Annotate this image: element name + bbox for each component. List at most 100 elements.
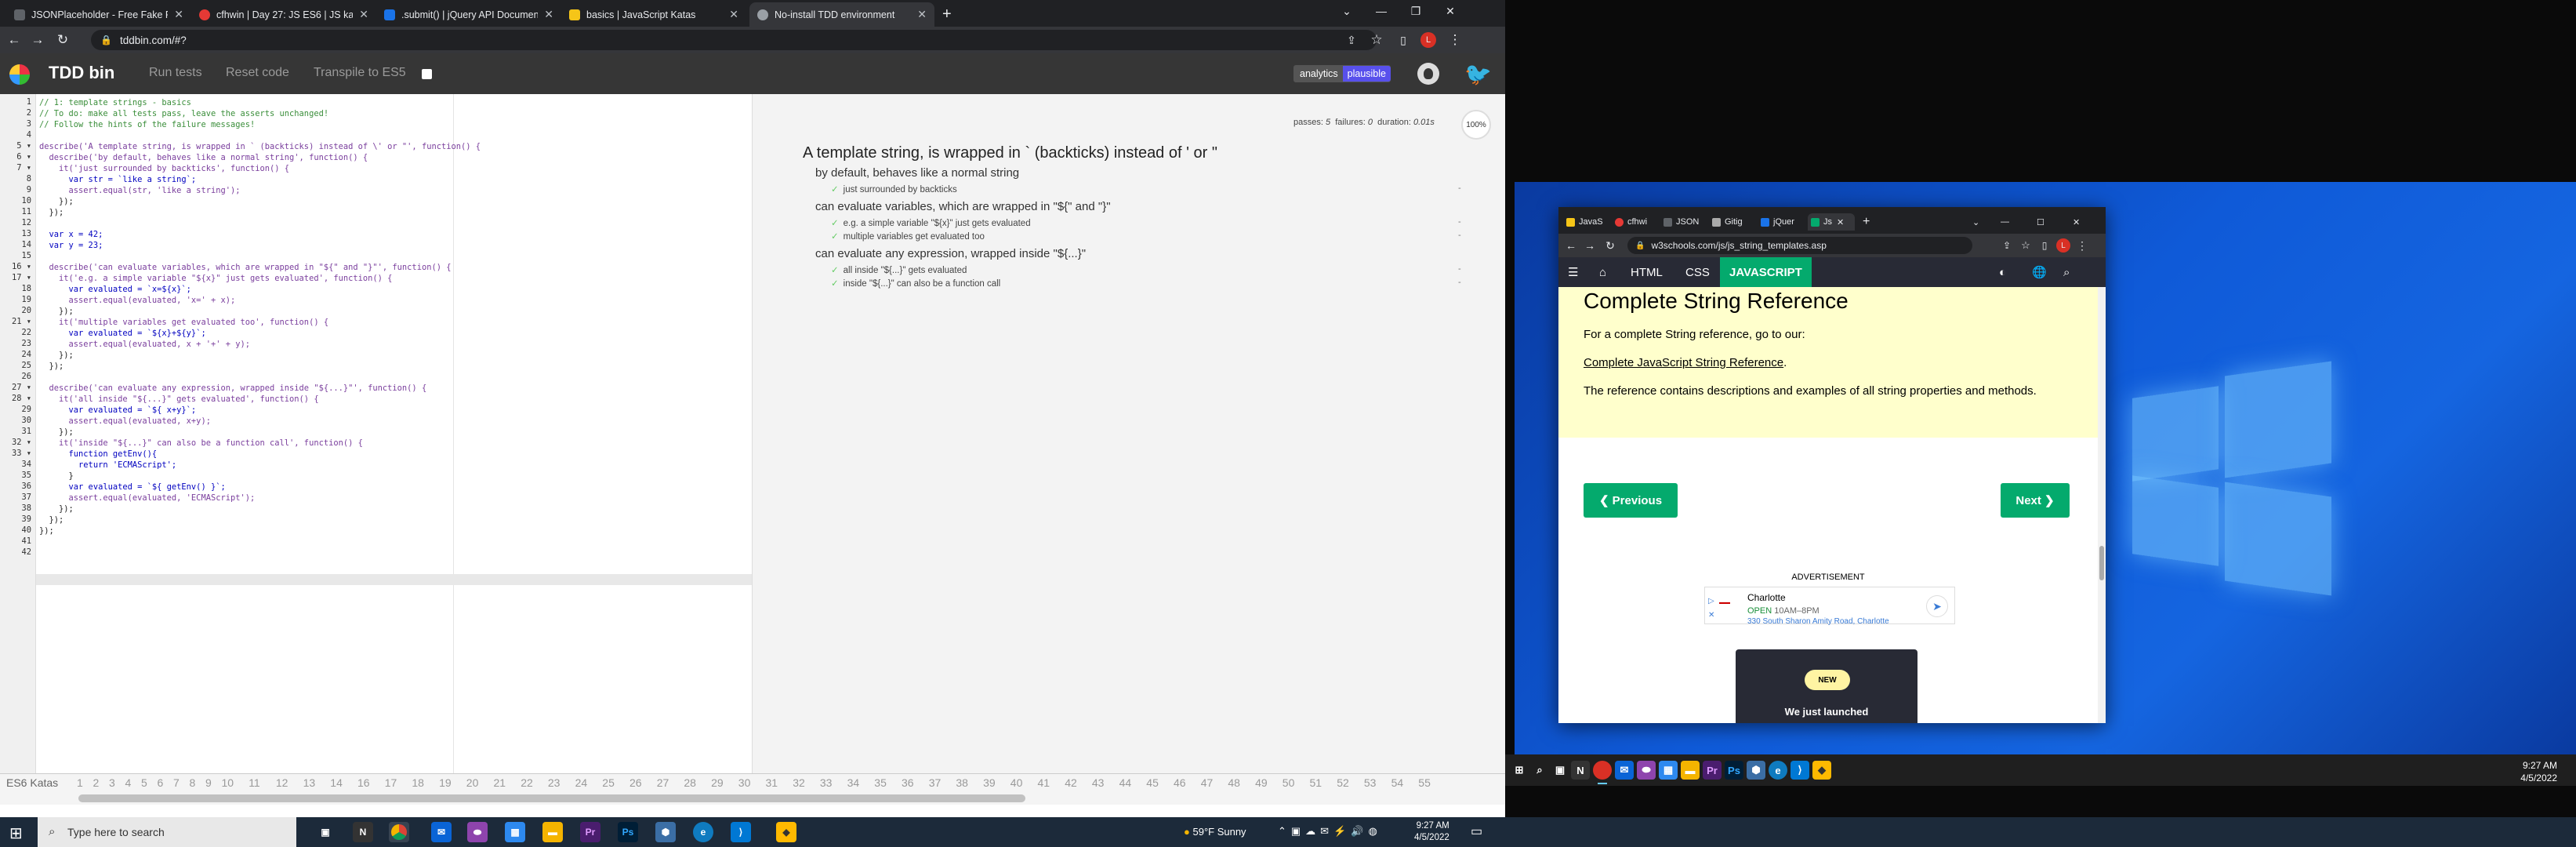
- weather-widget[interactable]: ● 59°F Sunny: [1184, 826, 1246, 838]
- kata-link[interactable]: 43: [1092, 776, 1105, 789]
- restore-icon[interactable]: ❐: [1399, 0, 1433, 22]
- kata-link[interactable]: 49: [1255, 776, 1268, 789]
- back-icon[interactable]: ←: [1562, 236, 1580, 255]
- globe-icon[interactable]: 🌐: [2023, 257, 2056, 287]
- kata-link[interactable]: 24: [575, 776, 588, 789]
- code-line[interactable]: it('inside "${...}" can also be a functi…: [39, 438, 363, 449]
- next-button[interactable]: Next ❯: [2001, 483, 2070, 518]
- file-explorer-icon[interactable]: ▬: [1681, 761, 1700, 780]
- share-icon[interactable]: ⇪: [1342, 31, 1361, 49]
- scrollbar-thumb[interactable]: [78, 794, 1025, 802]
- code-line[interactable]: var evaluated = `${x}+${y}`;: [39, 328, 206, 339]
- vscode-icon[interactable]: ⟩: [1791, 761, 1809, 780]
- reset-code-button[interactable]: Reset code: [226, 66, 289, 80]
- kata-link[interactable]: 12: [276, 776, 288, 789]
- app-icon[interactable]: ⬢: [655, 822, 676, 842]
- close-window-icon[interactable]: ✕: [2073, 213, 2088, 231]
- app-icon[interactable]: ⬬: [1637, 761, 1656, 780]
- transpile-es5-label[interactable]: Transpile to ES5: [314, 66, 406, 80]
- github-icon[interactable]: [1417, 63, 1439, 85]
- kata-link[interactable]: 21: [494, 776, 506, 789]
- kata-link[interactable]: 4: [125, 776, 132, 789]
- store-icon[interactable]: ▦: [1659, 761, 1678, 780]
- app-icon[interactable]: ◆: [1812, 761, 1831, 780]
- kata-link[interactable]: 52: [1337, 776, 1349, 789]
- kata-link[interactable]: 6: [158, 776, 164, 789]
- nav-html[interactable]: HTML: [1621, 257, 1672, 287]
- sidebar-icon[interactable]: ▯: [1394, 31, 1413, 49]
- premiere-icon[interactable]: Pr: [1703, 761, 1722, 780]
- kata-link[interactable]: 5: [141, 776, 147, 789]
- reload-icon[interactable]: ↻: [1601, 236, 1620, 255]
- notifications-icon[interactable]: ▭: [1471, 823, 1482, 839]
- code-line[interactable]: assert.equal(evaluated, 'ECMAScript');: [39, 493, 256, 503]
- forward-icon[interactable]: →: [28, 31, 47, 49]
- ad-choices-icon[interactable]: ▷: [1708, 597, 1714, 605]
- start-windows-icon[interactable]: ⊞: [1510, 761, 1529, 780]
- system-tray-icons[interactable]: ⌃▣☁✉⚡🔊◍: [1278, 825, 1382, 838]
- reload-icon[interactable]: ↻: [53, 31, 72, 49]
- menu-kebab-icon[interactable]: ⋮: [2073, 236, 2092, 255]
- w3-tab[interactable]: jQuer: [1761, 213, 1806, 231]
- kata-link[interactable]: 35: [874, 776, 887, 789]
- kata-link[interactable]: 42: [1065, 776, 1077, 789]
- search-icon[interactable]: ⌕: [1530, 761, 1549, 780]
- w3-vertical-scrollbar[interactable]: [2098, 287, 2106, 723]
- promo-box[interactable]: NEW We just launched: [1736, 649, 1917, 723]
- code-line[interactable]: return 'ECMAScript';: [39, 460, 176, 471]
- taskbar-search-input[interactable]: ⌕ Type here to search: [38, 817, 296, 847]
- kata-link[interactable]: 41: [1038, 776, 1050, 789]
- nav-javascript[interactable]: JAVASCRIPT: [1720, 257, 1812, 287]
- code-line[interactable]: assert.equal(evaluated, x + '+' + y);: [39, 339, 250, 350]
- kata-link[interactable]: 46: [1174, 776, 1186, 789]
- bookmark-star-icon[interactable]: ☆: [2016, 236, 2035, 255]
- maximize-icon[interactable]: ☐: [2037, 213, 2052, 231]
- close-tab-icon[interactable]: ✕: [544, 8, 553, 21]
- kata-link[interactable]: 47: [1201, 776, 1214, 789]
- right-clock[interactable]: 9:27 AM 4/5/2022: [2520, 759, 2557, 784]
- kata-link[interactable]: 40: [1010, 776, 1023, 789]
- photoshop-icon[interactable]: Ps: [618, 822, 638, 842]
- kata-link[interactable]: 31: [766, 776, 778, 789]
- code-line[interactable]: it('all inside "${...}" gets evaluated',…: [39, 394, 319, 405]
- kata-link[interactable]: 25: [602, 776, 615, 789]
- previous-button[interactable]: ❮ Previous: [1584, 483, 1678, 518]
- kata-link[interactable]: 17: [385, 776, 397, 789]
- search-icon[interactable]: ⌕: [2054, 257, 2079, 287]
- kata-link[interactable]: 44: [1119, 776, 1132, 789]
- taskbar-clock[interactable]: 9:27 AM 4/5/2022: [1414, 820, 1449, 844]
- profile-avatar[interactable]: L: [1419, 31, 1438, 49]
- file-explorer-icon[interactable]: ▬: [542, 822, 563, 842]
- hamburger-menu-icon[interactable]: ☰: [1558, 257, 1587, 287]
- kata-link[interactable]: 32: [793, 776, 805, 789]
- kata-link[interactable]: 20: [466, 776, 479, 789]
- code-line[interactable]: });: [39, 306, 74, 317]
- kata-link[interactable]: 38: [956, 776, 968, 789]
- kata-link[interactable]: 39: [983, 776, 996, 789]
- w3-tab[interactable]: JSON: [1664, 213, 1709, 231]
- kata-link[interactable]: 19: [439, 776, 452, 789]
- code-line[interactable]: // To do: make all tests pass, leave the…: [39, 108, 328, 119]
- premiere-icon[interactable]: Pr: [580, 822, 600, 842]
- advertisement-box[interactable]: ▷ ✕ ▬▬ Charlotte OPEN 10AM–8PM 330 South…: [1704, 587, 1955, 626]
- code-editor[interactable]: 1 2 3 4 5 ▾ 6 ▾ 7 ▾ 8 9 10 11 12 13 14 15 1…: [0, 94, 753, 773]
- dark-mode-icon[interactable]: ◐: [1990, 257, 2015, 287]
- close-tab-icon[interactable]: ✕: [729, 8, 738, 21]
- task-view-icon[interactable]: ▣: [1551, 761, 1569, 780]
- code-line[interactable]: it('multiple variables get evaluated too…: [39, 317, 328, 328]
- kata-link[interactable]: 7: [173, 776, 180, 789]
- kata-link[interactable]: 9: [205, 776, 212, 789]
- code-line[interactable]: });: [39, 525, 54, 536]
- nav-css[interactable]: CSS: [1676, 257, 1719, 287]
- code-line[interactable]: describe('by default, behaves like a nor…: [39, 152, 368, 163]
- kata-link[interactable]: 33: [820, 776, 833, 789]
- back-icon[interactable]: ←: [5, 31, 24, 49]
- close-tab-icon[interactable]: ✕: [1837, 217, 1844, 227]
- code-line[interactable]: var x = 42;: [39, 229, 103, 240]
- analytics-badge[interactable]: analytics plausible: [1293, 65, 1391, 82]
- tab-tddbin[interactable]: No-install TDD environment ✕: [749, 2, 934, 27]
- code-line[interactable]: var evaluated = `${ x+y}`;: [39, 405, 197, 416]
- kata-link[interactable]: 50: [1283, 776, 1295, 789]
- directions-icon[interactable]: ➤: [1926, 595, 1948, 617]
- run-tests-button[interactable]: Run tests: [149, 66, 202, 80]
